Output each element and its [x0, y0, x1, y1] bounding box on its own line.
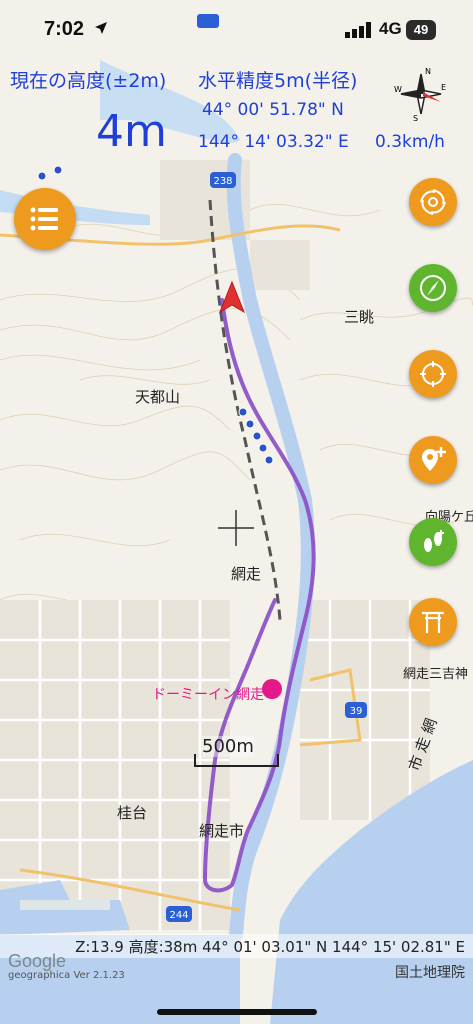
place-label-abashiri: 網走 [231, 565, 262, 583]
menu-icon [30, 207, 58, 231]
place-label-katsuradai: 桂台 [117, 804, 148, 822]
track-record-button[interactable] [409, 518, 457, 566]
compass-needle-icon [420, 275, 446, 301]
speed-value: 0.3km/h [375, 132, 445, 152]
svg-text:238: 238 [213, 176, 232, 187]
poi-button[interactable] [409, 598, 457, 646]
compass-north: N [425, 67, 431, 76]
compass-mode-button[interactable] [409, 264, 457, 312]
altitude-value: 4m [96, 106, 167, 157]
network-type: 4G [379, 19, 402, 38]
place-label-abashiri-city: 網走市 [199, 822, 245, 840]
battery-indicator: 49 [406, 20, 436, 40]
spiral-icon [420, 189, 446, 215]
torii-icon [422, 611, 444, 633]
home-indicator[interactable] [157, 1009, 317, 1015]
google-logo: Google [8, 951, 67, 971]
layers-button[interactable] [409, 178, 457, 226]
signal-icon [345, 22, 371, 38]
compass-icon[interactable]: N S E W [393, 66, 449, 122]
add-pin-icon [422, 447, 446, 471]
compass-south: S [413, 114, 418, 122]
current-location-button[interactable] [409, 350, 457, 398]
place-label-sankichi: 網走三吉神 [403, 667, 469, 682]
add-pin-button[interactable] [409, 436, 457, 484]
svg-text:39: 39 [350, 706, 363, 717]
status-bar: 7:02 4G 49 [0, 0, 473, 60]
footprints-icon [424, 530, 444, 552]
accuracy-label: 水平精度5m(半径) [198, 70, 358, 92]
place-label-tentozan: 天都山 [135, 388, 181, 406]
location-arrow-icon [95, 22, 107, 34]
cursor-info-bar: Z:13.9 高度:38m 44° 01' 03.01" N 144° 15' … [0, 934, 473, 958]
app-version: geographica Ver 2.1.23 [8, 970, 125, 981]
altitude-label: 現在の高度(±2m) [10, 70, 167, 92]
hotel-icon[interactable] [262, 679, 282, 699]
compass-east: E [441, 83, 446, 92]
map-credit: 国土地理院 [395, 965, 465, 981]
latitude-value: 44° 00' 51.78" N [202, 100, 344, 120]
cursor-info-text: Z:13.9 高度:38m 44° 01' 03.01" N 144° 15' … [75, 938, 465, 956]
menu-button[interactable] [14, 188, 76, 250]
svg-text:244: 244 [169, 910, 188, 921]
compass-west: W [394, 85, 402, 94]
place-label-sancho: 三眺 [344, 308, 375, 326]
longitude-value: 144° 14' 03.32" E [198, 132, 349, 152]
scale-label: 500m [202, 736, 254, 757]
crosshair-icon [420, 361, 446, 387]
hotel-label[interactable]: ドーミーイン網走 [152, 684, 264, 704]
status-time: 7:02 [44, 18, 85, 40]
